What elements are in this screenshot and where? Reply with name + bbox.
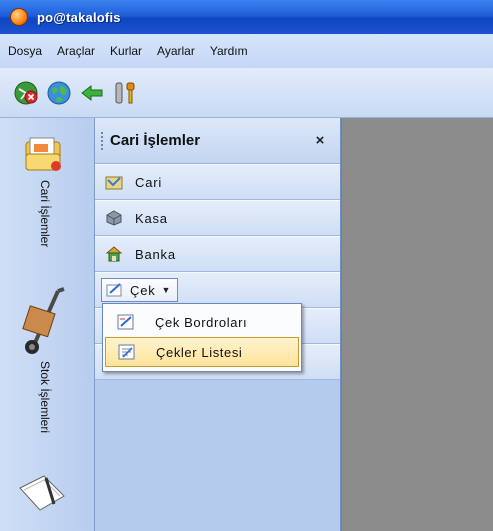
nav-item-label: Cari xyxy=(135,174,163,190)
document-pen-icon xyxy=(19,475,65,511)
menu-item-cekler-listesi[interactable]: Çekler Listesi xyxy=(105,337,299,367)
back-arrow-icon xyxy=(81,84,103,101)
window-title: po@takalofis xyxy=(37,9,121,25)
title-bar: po@takalofis xyxy=(0,0,493,34)
menu-ayarlar[interactable]: Ayarlar xyxy=(155,40,204,62)
cari-folder-icon xyxy=(25,137,61,171)
disconnect-button[interactable] xyxy=(12,79,40,107)
nav-item-label: Kasa xyxy=(135,210,168,226)
cek-bordro-icon xyxy=(115,311,137,333)
cek-icon xyxy=(106,281,124,299)
kasa-icon xyxy=(105,209,123,227)
menu-item-label: Çekler Listesi xyxy=(156,344,243,360)
vtab-stok-label: Stok İşlemleri xyxy=(38,361,52,434)
hand-truck-icon xyxy=(22,287,65,354)
back-button[interactable] xyxy=(78,79,106,107)
cek-dropdown-button[interactable]: Çek ▼ xyxy=(101,278,179,302)
menu-yardim[interactable]: Yardım xyxy=(208,40,257,62)
nav-item-label: Banka xyxy=(135,246,176,262)
cekler-listesi-icon xyxy=(116,341,138,363)
vtab-cari-label: Cari İşlemler xyxy=(38,180,52,248)
tools-button[interactable] xyxy=(111,79,139,107)
vtab-cari-islemler[interactable]: Cari İşlemler xyxy=(0,118,95,283)
panel-header: Cari İşlemler × xyxy=(95,118,340,164)
panel-title: Cari İşlemler xyxy=(110,132,201,149)
workspace-area xyxy=(342,118,493,531)
toolbar xyxy=(0,68,493,118)
globe-button[interactable] xyxy=(45,79,73,107)
nav-item-cari[interactable]: Cari xyxy=(95,164,340,200)
menu-kurlar[interactable]: Kurlar xyxy=(108,40,151,62)
menu-item-label: Çek Bordroları xyxy=(155,314,248,330)
disconnect-icon xyxy=(14,81,38,104)
banka-icon xyxy=(105,245,123,263)
menu-dosya[interactable]: Dosya xyxy=(6,40,51,62)
cari-icon xyxy=(105,173,123,191)
drag-grip-icon[interactable] xyxy=(101,131,104,150)
vertical-nav-strip: Cari İşlemler Stok İşlemleri xyxy=(0,118,95,531)
tools-icon xyxy=(115,82,135,103)
menu-bar: Dosya Araçlar Kurlar Ayarlar Yardım xyxy=(0,34,493,68)
menu-araclar[interactable]: Araçlar xyxy=(55,40,104,62)
app-icon[interactable] xyxy=(10,8,28,26)
nav-item-banka[interactable]: Banka xyxy=(95,236,340,272)
vtab-document[interactable] xyxy=(0,458,95,531)
vtab-stok-islemleri[interactable]: Stok İşlemleri xyxy=(0,283,95,453)
chevron-down-icon: ▼ xyxy=(161,285,172,295)
cek-dropdown-menu: Çek Bordroları Çekler Listesi xyxy=(102,303,302,372)
menu-item-cek-bordrolari[interactable]: Çek Bordroları xyxy=(105,307,299,337)
globe-icon xyxy=(47,81,71,104)
nav-item-kasa[interactable]: Kasa xyxy=(95,200,340,236)
panel-close-button[interactable]: × xyxy=(308,132,332,149)
cek-label: Çek xyxy=(130,282,156,298)
